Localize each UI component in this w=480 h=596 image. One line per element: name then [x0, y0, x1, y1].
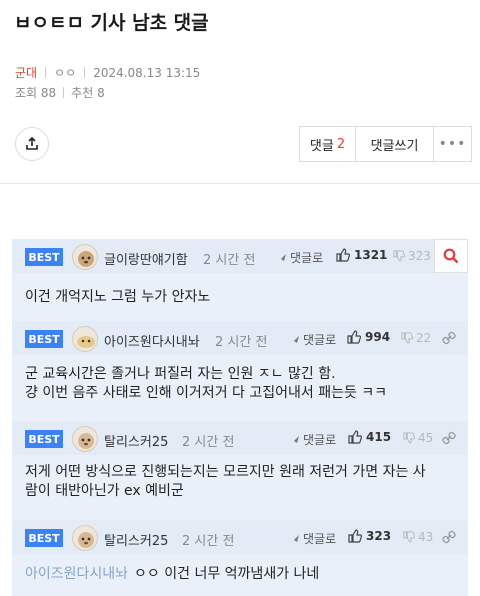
reply-label: 댓글로 — [303, 532, 337, 546]
comment-nickname[interactable]: 아이즈원다시내놔 — [104, 331, 200, 350]
avatar — [72, 426, 98, 452]
comment-nickname[interactable]: 탈리스커25 — [104, 431, 168, 450]
comment-header: BEST 글이랑딴얘기함 2 시간 전 댓글로 1321 323 — [12, 239, 468, 273]
write-comment-button[interactable]: 댓글쓰기 — [356, 126, 434, 162]
reply-arrow-icon — [278, 253, 286, 262]
comment-time: 2 시간 전 — [215, 335, 268, 350]
comment-time: 2 시간 전 — [182, 435, 235, 450]
like-button[interactable]: 994 — [347, 330, 390, 344]
dislike-button[interactable]: 323 — [393, 249, 431, 263]
comment-count-button[interactable]: 댓글 2 — [299, 126, 356, 162]
share-button[interactable] — [15, 127, 49, 161]
author-name[interactable]: ㅇㅇ — [54, 64, 76, 81]
dislike-button[interactable]: 22 — [401, 331, 431, 345]
comment-line: 저게 어떤 방식으로 진행되는지는 모르지만 원래 저런거 가면 자는 사 — [25, 464, 426, 480]
comment-line: 군 교육시간은 졸거나 퍼질러 자는 인원 ㅈㄴ 많긴 함. — [25, 366, 336, 382]
comment-text: 군 교육시간은 졸거나 퍼질러 자는 인원 ㅈㄴ 많긴 함. 걍 이번 음주 사… — [25, 365, 387, 403]
like-count: 323 — [366, 529, 392, 543]
dislike-count: 323 — [408, 249, 431, 263]
like-count: 1321 — [354, 248, 388, 262]
like-count: 994 — [365, 330, 391, 344]
like-button[interactable]: 1321 — [336, 248, 387, 262]
dislike-button[interactable]: 43 — [403, 530, 433, 544]
section-divider — [0, 183, 480, 184]
like-count: 415 — [366, 430, 392, 444]
link-icon[interactable] — [442, 530, 456, 544]
reply-button[interactable]: 댓글로 — [290, 431, 336, 448]
comment-line: 걍 이번 음주 사태로 인해 이거저거 다 고집어내서 패는듯 ㅋㅋ — [25, 385, 388, 401]
comment-item: BEST 아이즈원다시내놔 2 시간 전 댓글로 994 22 군 교육시간은 … — [12, 321, 468, 421]
best-badge: BEST — [25, 529, 63, 547]
best-badge: BEST — [25, 330, 63, 348]
comment-line: 이건 개억지노 그럼 누가 안자노 — [25, 289, 211, 305]
link-icon[interactable] — [442, 331, 456, 345]
dislike-count: 22 — [416, 331, 432, 345]
category-label[interactable]: 군대 — [15, 64, 37, 81]
reply-button[interactable]: 댓글로 — [277, 249, 323, 266]
thumbs-up-icon — [347, 330, 361, 344]
comment-header: BEST 탈리스커25 2 시간 전 댓글로 323 43 — [12, 520, 468, 554]
thumbs-up-icon — [348, 529, 362, 543]
reply-label: 댓글로 — [303, 333, 337, 347]
post-datetime: 2024.08.13 13:15 — [93, 65, 201, 80]
comment-actions: 댓글 2 댓글쓰기 ••• — [299, 126, 472, 162]
comment-item: BEST 글이랑딴얘기함 2 시간 전 댓글로 1321 323 이건 개억지노… — [12, 239, 468, 321]
avatar — [72, 525, 98, 551]
comment-line: 아이즈원다시내놔 ㅇㅇ 이건 너무 억까냄새가 나네 — [25, 565, 319, 584]
meta-divider — [84, 67, 86, 78]
avatar — [72, 326, 98, 352]
comment-text: 아이즈원다시내놔 ㅇㅇ 이건 너무 억까냄새가 나네 — [25, 565, 319, 584]
post-title: ㅂㅇㅌㅁ 기사 남초 댓글 — [14, 12, 209, 34]
comment-item: BEST 탈리스커25 2 시간 전 댓글로 415 45 저게 어떤 방식으로… — [12, 421, 468, 523]
mentioned-nickname[interactable]: 아이즈원다시내놔 — [25, 566, 128, 582]
thumbs-up-icon — [348, 430, 362, 444]
post-meta: 군대 ㅇㅇ 2024.08.13 13:15 — [15, 64, 200, 81]
link-icon[interactable] — [442, 431, 456, 445]
thumbs-down-icon — [403, 432, 415, 444]
comment-count: 2 — [336, 136, 346, 152]
thumbs-down-icon — [403, 531, 415, 543]
view-count: 조회 88 — [15, 86, 57, 100]
reply-arrow-icon — [291, 335, 299, 344]
comment-button-label: 댓글 — [309, 138, 334, 154]
best-badge: BEST — [25, 248, 63, 266]
post-stats: 조회 88 추천 8 — [15, 84, 105, 101]
comment-nickname[interactable]: 탈리스커25 — [104, 530, 168, 549]
comment-text: 저게 어떤 방식으로 진행되는지는 모르지만 원래 저런거 가면 자는 사 람이… — [25, 463, 426, 501]
dislike-count: 45 — [418, 431, 434, 445]
thumbs-down-icon — [401, 332, 413, 344]
comment-header: BEST 탈리스커25 2 시간 전 댓글로 415 45 — [12, 421, 468, 455]
dislike-count: 43 — [418, 530, 434, 544]
thumbs-up-icon — [336, 248, 350, 262]
search-icon — [443, 248, 459, 264]
meta-divider — [63, 87, 65, 98]
comment-line-text: ㅇㅇ 이건 너무 억까냄새가 나네 — [134, 566, 320, 582]
reply-button[interactable]: 댓글로 — [290, 530, 336, 547]
comment-header: BEST 아이즈원다시내놔 2 시간 전 댓글로 994 22 — [12, 321, 468, 355]
thumbs-down-icon — [393, 250, 405, 262]
comment-text: 이건 개억지노 그럼 누가 안자노 — [25, 288, 210, 307]
reply-label: 댓글로 — [290, 251, 324, 265]
comment-line: 람이 태반아닌가 ex 예비군 — [25, 483, 184, 499]
reply-button[interactable]: 댓글로 — [290, 331, 336, 348]
comment-nickname[interactable]: 글이랑딴얘기함 — [104, 249, 188, 268]
comment-item: BEST 탈리스커25 2 시간 전 댓글로 323 43 아이즈원다시내놔 ㅇㅇ… — [12, 520, 468, 596]
comment-time: 2 시간 전 — [182, 534, 235, 549]
reply-arrow-icon — [291, 534, 299, 543]
meta-divider — [45, 67, 47, 78]
recommend-count: 추천 8 — [71, 86, 105, 100]
comment-list: BEST 글이랑딴얘기함 2 시간 전 댓글로 1321 323 이건 개억지노… — [12, 239, 468, 596]
reply-arrow-icon — [291, 435, 299, 444]
share-icon — [26, 136, 38, 150]
more-options-button[interactable]: ••• — [434, 126, 472, 162]
comment-time: 2 시간 전 — [203, 253, 256, 268]
like-button[interactable]: 415 — [348, 430, 391, 444]
avatar — [72, 244, 98, 270]
search-button[interactable] — [434, 239, 468, 273]
like-button[interactable]: 323 — [348, 529, 391, 543]
reply-label: 댓글로 — [303, 433, 337, 447]
best-badge: BEST — [25, 430, 63, 448]
dislike-button[interactable]: 45 — [403, 431, 433, 445]
